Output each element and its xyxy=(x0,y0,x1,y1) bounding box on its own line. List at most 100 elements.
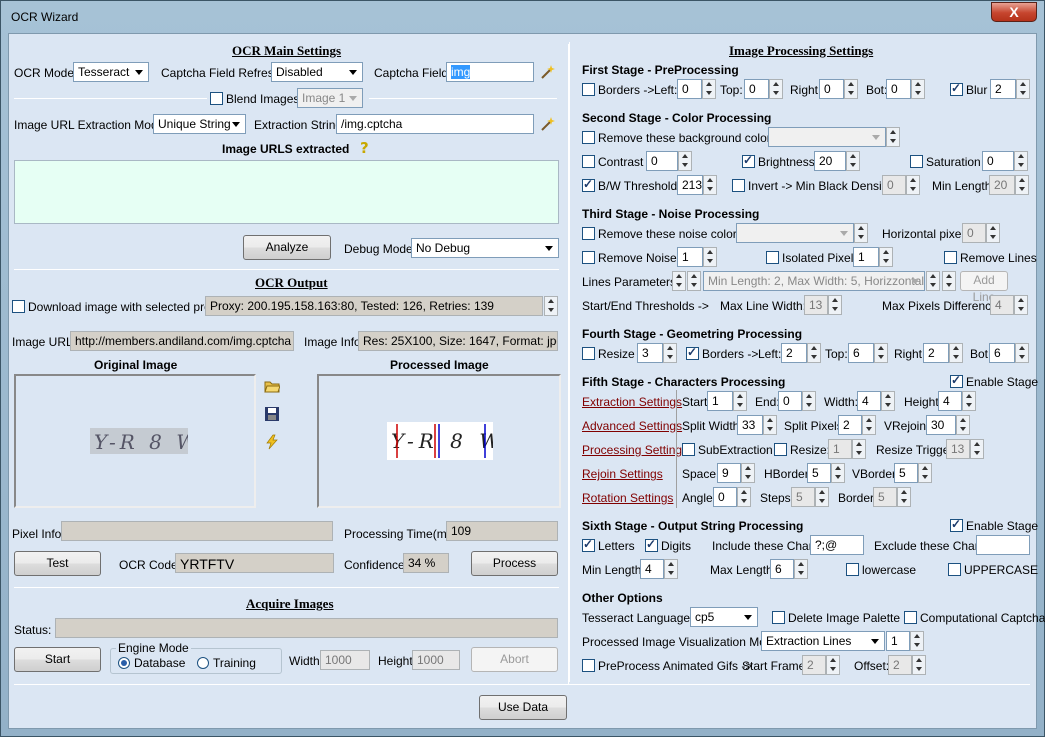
s3-hpixels-input[interactable]: 0 xyxy=(962,223,986,243)
s5-vborder-spinner[interactable] xyxy=(918,463,932,483)
visualization-number-input[interactable]: 1 xyxy=(886,631,910,651)
s3-noise-colors-spinner[interactable] xyxy=(854,223,868,243)
s5-start-input[interactable]: 1 xyxy=(707,391,733,411)
s5-vrejoin-spinner[interactable] xyxy=(956,415,970,435)
s2-saturation-checkbox[interactable] xyxy=(910,155,923,168)
blend-images-select[interactable]: Image 1 xyxy=(297,88,363,108)
start-frame-input[interactable]: 2 xyxy=(802,655,826,675)
s1-blur-checkbox[interactable] xyxy=(950,81,963,96)
title-bar[interactable]: OCR Wizard X xyxy=(1,1,1045,33)
s5-split-width-input[interactable]: 33 xyxy=(737,415,763,435)
s5-vborder-input[interactable]: 5 xyxy=(894,463,918,483)
s5-rejoin-link[interactable]: Rejoin Settings xyxy=(582,467,663,481)
engine-training-radio[interactable] xyxy=(197,657,209,669)
s5-resize-trigger-input[interactable]: 13 xyxy=(946,439,970,459)
magic-wand-icon[interactable] xyxy=(540,116,556,132)
s4-borders-checkbox[interactable] xyxy=(686,345,699,360)
s6-minlen-spinner[interactable] xyxy=(664,559,678,579)
s5-resize-spinner[interactable] xyxy=(852,439,866,459)
delete-palette-checkbox[interactable] xyxy=(772,611,785,624)
help-icon[interactable]: ? xyxy=(357,139,373,157)
s4-right-input[interactable]: 2 xyxy=(923,343,949,363)
s3-isolated-spinner[interactable] xyxy=(879,247,893,267)
s1-left-input[interactable]: 0 xyxy=(677,79,702,99)
s2-contrast-checkbox[interactable] xyxy=(582,155,595,168)
s4-resize-spinner[interactable] xyxy=(663,343,677,363)
s5-width-input[interactable]: 4 xyxy=(857,391,881,411)
s5-start-spinner[interactable] xyxy=(733,391,747,411)
s5-resize-input[interactable]: 1 xyxy=(828,439,852,459)
computational-captcha-checkbox[interactable] xyxy=(904,611,917,624)
use-data-button[interactable]: Use Data xyxy=(479,695,567,720)
proxy-checkbox[interactable] xyxy=(12,300,25,313)
s2-remove-bg-checkbox[interactable] xyxy=(582,131,595,144)
lightning-icon[interactable] xyxy=(264,434,280,450)
s3-add-line-button[interactable]: Add Line xyxy=(960,271,1008,304)
height-field[interactable]: 1000 xyxy=(412,650,460,670)
s4-right-spinner[interactable] xyxy=(949,343,963,363)
s3-max-pixels-diff-spinner[interactable] xyxy=(1014,295,1028,315)
s2-bw-spinner[interactable] xyxy=(703,175,717,195)
s5-height-input[interactable]: 4 xyxy=(938,391,962,411)
s4-left-input[interactable]: 2 xyxy=(781,343,807,363)
s5-resize-checkbox[interactable] xyxy=(774,443,787,456)
s3-max-line-width-spinner[interactable] xyxy=(828,295,842,315)
s5-angle-spinner[interactable] xyxy=(737,487,751,507)
s3-noise-colors-checkbox[interactable] xyxy=(582,227,595,240)
s3-max-line-width-input[interactable]: 13 xyxy=(804,295,828,315)
visualization-number-spinner[interactable] xyxy=(910,631,924,651)
s4-left-spinner[interactable] xyxy=(807,343,821,363)
s6-enable-checkbox[interactable] xyxy=(950,517,963,532)
s5-border-spinner[interactable] xyxy=(897,487,911,507)
s4-bot-input[interactable]: 6 xyxy=(989,343,1015,363)
s6-lowercase-checkbox[interactable] xyxy=(846,563,859,576)
s2-invert-checkbox[interactable] xyxy=(732,179,745,192)
offset-spinner[interactable] xyxy=(912,655,926,675)
s6-minlen-input[interactable]: 4 xyxy=(640,559,664,579)
s3-isolated-checkbox[interactable] xyxy=(766,251,779,264)
s5-end-spinner[interactable] xyxy=(802,391,816,411)
process-button[interactable]: Process xyxy=(471,551,558,576)
extraction-string-input[interactable]: /img.cptcha xyxy=(336,114,534,134)
s3-isolated-input[interactable]: 1 xyxy=(853,247,879,267)
s2-bw-checkbox[interactable] xyxy=(582,177,595,192)
s2-contrast-spinner[interactable] xyxy=(678,151,692,171)
s6-maxlen-spinner[interactable] xyxy=(794,559,808,579)
s1-right-input[interactable]: 0 xyxy=(819,79,844,99)
s2-brightness-checkbox[interactable] xyxy=(742,153,755,168)
s5-vrejoin-input[interactable]: 30 xyxy=(926,415,956,435)
s3-lines-params-spinner-d[interactable] xyxy=(942,271,956,291)
s5-extraction-link[interactable]: Extraction Settings xyxy=(582,395,682,409)
s5-border-input[interactable]: 5 xyxy=(873,487,897,507)
s5-space-input[interactable]: 9 xyxy=(717,463,741,483)
s3-lines-params-spinner-a[interactable] xyxy=(672,271,686,291)
s5-space-spinner[interactable] xyxy=(741,463,755,483)
s3-remove-lines-checkbox[interactable] xyxy=(944,251,957,264)
s4-resize-input[interactable]: 3 xyxy=(637,343,663,363)
s6-uppercase-checkbox[interactable] xyxy=(948,563,961,576)
s2-saturation-input[interactable]: 0 xyxy=(982,151,1014,171)
s5-width-spinner[interactable] xyxy=(881,391,895,411)
s2-invert-input[interactable]: 0 xyxy=(882,175,906,195)
s1-top-input[interactable]: 0 xyxy=(744,79,769,99)
s1-bot-spinner[interactable] xyxy=(911,79,925,99)
s2-bg-colors-select[interactable] xyxy=(768,127,886,147)
s6-include-input[interactable]: ?;@ xyxy=(810,535,864,555)
s3-lines-params-select[interactable]: Min Length: 2, Max Width: 5, Horizzontal xyxy=(703,271,925,291)
s2-minlen-input[interactable]: 20 xyxy=(989,175,1015,195)
captcha-field-input[interactable]: img xyxy=(446,62,534,82)
s5-subextraction-checkbox[interactable] xyxy=(682,443,695,456)
s5-split-pixels-input[interactable]: 2 xyxy=(838,415,862,435)
s3-remove-noise-spinner[interactable] xyxy=(703,247,717,267)
s4-bot-spinner[interactable] xyxy=(1015,343,1029,363)
s6-exclude-input[interactable] xyxy=(976,535,1030,555)
s4-resize-checkbox[interactable] xyxy=(582,347,595,360)
s5-angle-input[interactable]: 0 xyxy=(713,487,737,507)
s5-height-spinner[interactable] xyxy=(962,391,976,411)
proxy-spinner[interactable] xyxy=(544,296,558,316)
start-frame-spinner[interactable] xyxy=(826,655,840,675)
s5-steps-spinner[interactable] xyxy=(815,487,829,507)
s6-digits-checkbox[interactable] xyxy=(645,537,658,552)
s4-top-spinner[interactable] xyxy=(874,343,888,363)
ocr-mode-select[interactable]: Tesseract xyxy=(73,62,149,82)
